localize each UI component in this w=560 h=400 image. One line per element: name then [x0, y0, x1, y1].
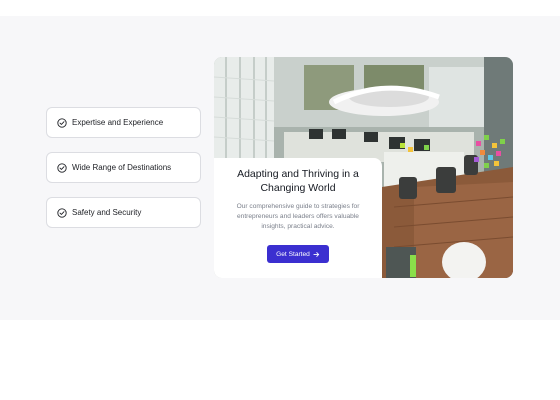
card-title: Adapting and Thriving in a Changing Worl…: [237, 168, 359, 194]
feature-label: Wide Range of Destinations: [72, 163, 172, 172]
arrow-right-icon: [313, 251, 319, 257]
feature-label: Expertise and Experience: [72, 118, 164, 127]
check-circle-icon: [57, 117, 67, 128]
get-started-button[interactable]: Get Started: [267, 245, 329, 263]
check-circle-icon: [57, 207, 67, 218]
check-circle-icon: [57, 162, 67, 173]
feature-item-expertise: Expertise and Experience: [46, 107, 201, 138]
feature-item-safety: Safety and Security: [46, 197, 201, 228]
hero-text-card: Adapting and Thriving in a Changing Worl…: [214, 158, 382, 278]
get-started-label: Get Started: [276, 250, 310, 258]
card-description: Our comprehensive guide to strategies fo…: [236, 203, 360, 230]
feature-list: Expertise and Experience Wide Range of D…: [46, 107, 201, 242]
feature-label: Safety and Security: [72, 208, 142, 217]
feature-item-destinations: Wide Range of Destinations: [46, 152, 201, 183]
top-band: [0, 0, 560, 16]
hero-card: Adapting and Thriving in a Changing Worl…: [214, 57, 513, 278]
